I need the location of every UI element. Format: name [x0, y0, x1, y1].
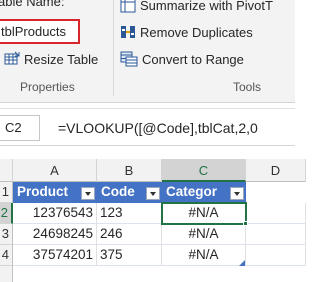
convert-to-range-button[interactable]: Convert to Range [120, 48, 244, 70]
cell-c3[interactable]: #N/A [162, 224, 246, 245]
summarize-pivot-button[interactable]: Summarize with PivotT [120, 0, 273, 16]
cell-d4[interactable] [246, 245, 306, 266]
name-box[interactable]: C2 [0, 115, 40, 141]
row-header-5[interactable] [0, 266, 13, 282]
fill-handle[interactable] [243, 221, 248, 226]
properties-group-label: Properties [20, 80, 75, 94]
select-all-corner[interactable] [0, 159, 13, 182]
formula-input[interactable]: =VLOOKUP([@Code],tblCat,2,0 [58, 115, 258, 141]
column-header-b[interactable]: B [97, 159, 162, 182]
cell-b2[interactable]: 123 [97, 203, 162, 224]
resize-table-button[interactable]: Resize Table [4, 48, 98, 70]
column-header-c[interactable]: C [162, 159, 246, 182]
table-header-product-label: Product [17, 184, 69, 199]
cell-a4[interactable]: 37574201 [13, 245, 97, 266]
remove-duplicates-icon [121, 26, 135, 38]
row-header-3[interactable]: 3 [0, 224, 13, 245]
cell-b4[interactable]: 375 [97, 245, 162, 266]
cell-a3[interactable]: 24698245 [13, 224, 97, 245]
table-name-label: able Name: [0, 0, 65, 9]
column-header-d[interactable]: D [246, 159, 306, 182]
pivot-table-icon [120, 0, 136, 13]
ribbon: able Name: tblProducts Resize Table Prop… [0, 0, 295, 103]
category-filter-dropdown[interactable] [230, 187, 244, 200]
column-header-a[interactable]: A [13, 159, 97, 182]
row-header-2[interactable]: 2 [0, 203, 13, 224]
code-filter-dropdown[interactable] [146, 187, 160, 200]
cell-a2[interactable]: 12376543 [13, 203, 97, 224]
product-filter-dropdown[interactable] [81, 187, 95, 200]
resize-table-icon [4, 51, 20, 65]
ribbon-group-divider [113, 0, 114, 96]
resize-table-label: Resize Table [24, 51, 99, 67]
worksheet-grid: A B C D 1 2 3 4 Product Code Categor 123… [0, 159, 306, 282]
remove-duplicates-button[interactable]: Remove Duplicates [120, 21, 253, 43]
remove-duplicates-label: Remove Duplicates [140, 24, 253, 40]
row-header-1[interactable]: 1 [0, 182, 13, 203]
table-name-input[interactable]: tblProducts [0, 19, 80, 44]
cell-d2[interactable] [246, 203, 306, 224]
table-header-category-label: Categor [166, 184, 218, 199]
cell-b3[interactable]: 246 [97, 224, 162, 245]
convert-to-range-icon [120, 51, 138, 67]
cell-c4[interactable]: #N/A [162, 245, 246, 266]
row-header-4[interactable]: 4 [0, 245, 13, 266]
tools-group-label: Tools [233, 80, 262, 94]
formula-bar: C2 =VLOOKUP([@Code],tblCat,2,0 [0, 108, 295, 146]
convert-to-range-label: Convert to Range [142, 51, 244, 67]
cell-d3[interactable] [246, 224, 306, 245]
summarize-pivot-label: Summarize with PivotT [140, 0, 273, 13]
table-resize-handle[interactable] [239, 260, 245, 266]
cell-c2[interactable]: #N/A [162, 203, 246, 224]
table-header-code-label: Code [101, 184, 135, 199]
